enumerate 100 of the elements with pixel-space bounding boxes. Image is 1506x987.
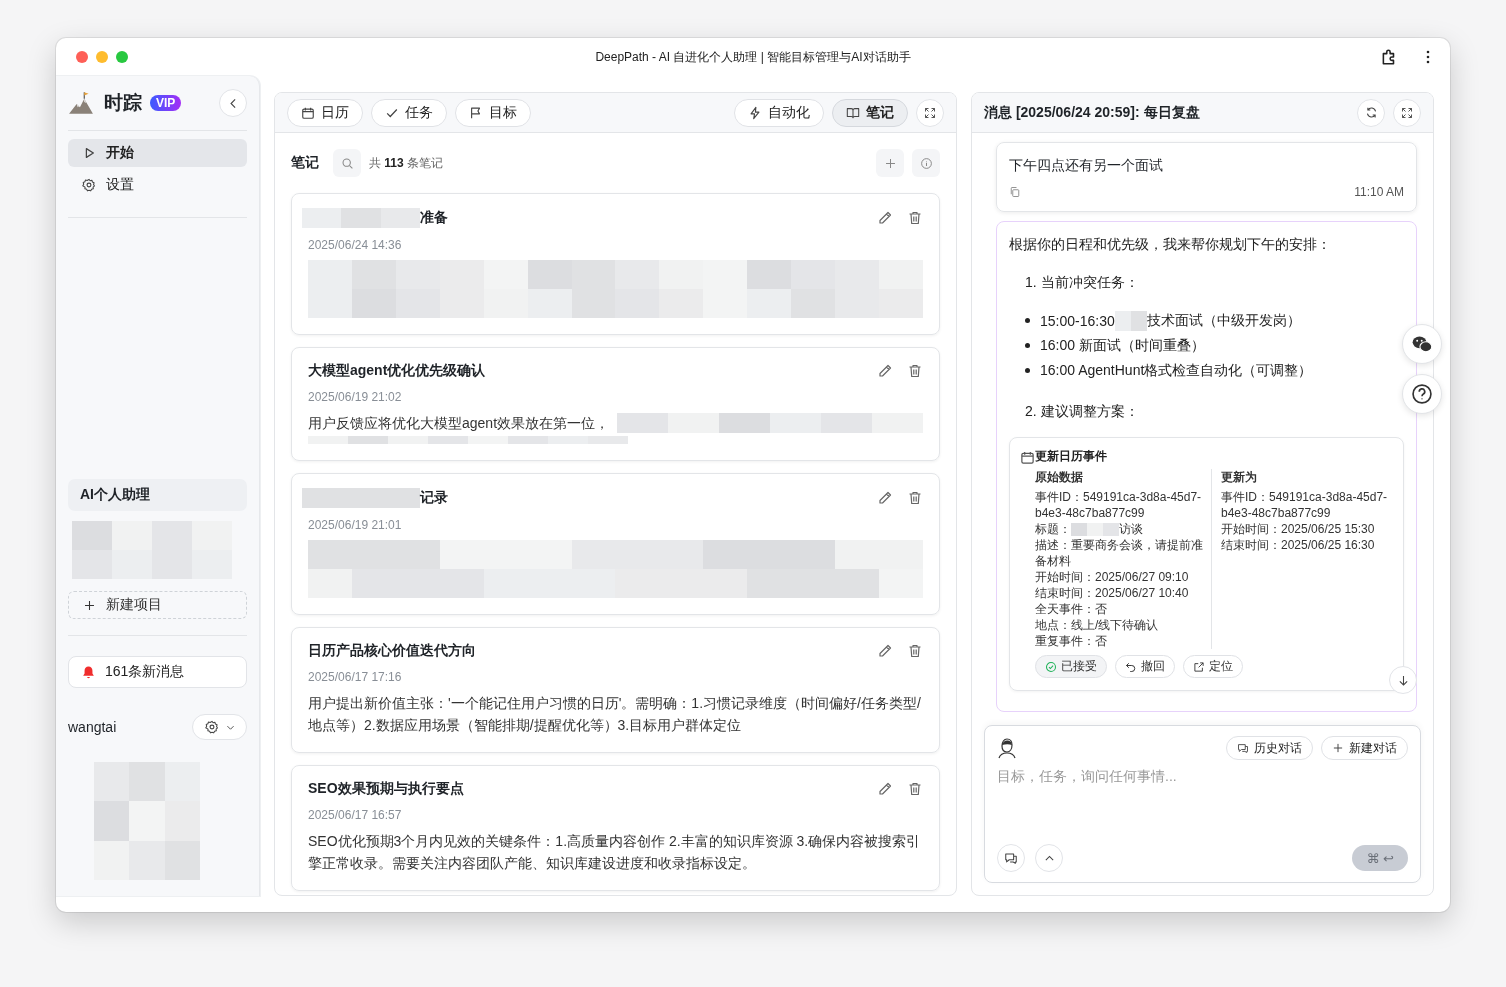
event-field: 事件ID：549191ca-3d8a-45d7-b4e3-48c7ba877c99 [1035,489,1203,521]
delete-button[interactable] [907,781,923,797]
note-card[interactable]: 记录 2025/06/19 21:01 [291,473,940,615]
note-title: SEO效果预期与执行要点 [308,780,464,798]
edit-button[interactable] [877,781,893,797]
bullet [1025,368,1030,373]
action-button[interactable]: 定位 [1183,655,1243,678]
trash-icon [907,643,923,659]
pencil-icon [877,210,893,226]
tab[interactable]: 任务 [371,98,447,127]
fullscreen-button[interactable] [916,98,944,127]
tab[interactable]: 笔记 [832,98,908,127]
search-button[interactable] [333,149,361,177]
note-card[interactable]: 日历产品核心价值迭代方向 2025/06/17 17:16 用户提出新价值主张：'一个能记住用户习惯的日历'。需明确：1.习惯记录维度（时间偏好/任务类型/地点等）2.数据应用场景（智能排期/提醒优化等）3.目标用户群体定位 [291,627,940,753]
project-group-header[interactable]: AI个人助理 [68,479,247,511]
close-button[interactable] [76,51,88,63]
accepted-status[interactable]: 已接受 [1035,655,1107,678]
message-text: 根据你的日程和优先级，我来帮你规划下午的安排： [1009,236,1332,254]
help-button[interactable] [1402,374,1442,414]
chat-mode-button[interactable] [997,844,1025,872]
undo-icon [1125,660,1137,673]
fullscreen-button[interactable] [1393,98,1421,127]
event-field: 全天事件：否 [1035,601,1203,617]
note-date: 2025/06/17 16:57 [308,808,403,822]
bullet [1025,318,1030,323]
settings-icon [82,178,96,192]
fullscreen-icon [1401,106,1413,119]
history-button[interactable]: 历史对话 [1226,736,1313,760]
user-name: wangtai [68,719,117,735]
trash-icon [907,210,923,226]
refresh-button[interactable] [1357,98,1385,127]
nav-item[interactable]: 设置 [68,171,247,199]
message-time: 11:10 AM [1354,185,1404,199]
chat-icon [1237,742,1249,754]
fullscreen-icon [924,106,936,119]
bullet-text: 16:00 AgentHunt格式检查自动化（可调整） [1040,361,1313,380]
notes-heading: 笔记 [291,154,319,172]
pencil-icon [877,643,893,659]
info-button[interactable] [912,149,940,177]
pencil-icon [877,363,893,379]
bullet-time: 15:00-16:30 [1040,312,1115,329]
note-date: 2025/06/19 21:02 [308,390,403,404]
event-field: 地点：线上/线下待确认 [1035,617,1203,633]
plus-icon [83,598,96,612]
event-field: 结束时间：2025/06/25 16:30 [1221,537,1391,553]
note-title: 大模型agent优化优先级确认 [308,362,486,380]
event-card-title: 更新日历事件 [1035,448,1108,465]
note-card[interactable]: 准备 2025/06/24 14:36 [291,193,940,335]
zoom-button[interactable] [116,51,128,63]
avatar-icon [997,737,1017,759]
section-heading: 2. 建议调整方案： [1025,403,1140,421]
note-card[interactable]: SEO效果预期与执行要点 2025/06/17 16:57 SEO优化预期3个月内见效的关键条件：1.高质量内容创作 2.丰富的知识库资源 3.确保内容被搜索引擎正常收录。需要关注内容团队产能、知识库建设进度和收录指标设定。 [291,765,940,891]
tab[interactable]: 目标 [455,98,531,127]
column-heading: 更新为 [1221,469,1258,485]
edit-button[interactable] [877,363,893,379]
settings-icon [205,720,219,734]
check-circle-icon [1045,660,1057,673]
wechat-button[interactable] [1402,324,1442,364]
bell-icon [81,664,96,680]
nav-item[interactable]: 开始 [68,139,247,167]
trash-icon [907,781,923,797]
note-card[interactable]: 大模型agent优化优先级确认 2025/06/19 21:02 用户反馈应将优化大模型agent效果放在第一位， [291,347,940,461]
help-icon [1411,383,1433,405]
note-title: 准备 [420,209,448,227]
delete-button[interactable] [907,210,923,226]
new-chat-button[interactable]: 新建对话 [1321,736,1408,760]
notifications-button[interactable]: 161条新消息 [68,656,247,688]
event-field: 结束时间：2025/06/27 10:40 [1035,585,1203,601]
lightning-icon [748,105,762,120]
pencil-icon [877,490,893,506]
event-field: 开始时间：2025/06/25 15:30 [1221,521,1391,537]
chat-title: 消息 [2025/06/24 20:59]: 每日复盘 [984,103,1200,122]
column-heading: 原始数据 [1035,469,1084,485]
info-icon [919,156,933,170]
copy-button[interactable] [1009,186,1021,198]
tab[interactable]: 自动化 [734,98,824,127]
trash-icon [907,490,923,506]
new-project-button[interactable]: 新建项目 [68,591,247,619]
note-body: 用户反馈应将优化大模型agent效果放在第一位， [308,414,610,433]
user-settings-button[interactable] [192,714,247,740]
flag-icon [469,105,483,120]
delete-button[interactable] [907,363,923,379]
mountain-logo [68,91,94,115]
delete-button[interactable] [907,490,923,506]
event-field: 事件ID：549191ca-3d8a-45d7-b4e3-48c7ba877c99 [1221,489,1391,521]
bullet [1025,343,1030,348]
edit-button[interactable] [877,490,893,506]
edit-button[interactable] [877,210,893,226]
message-composer[interactable]: 历史对话 新建对话 目标，任务，询问任何事情... ⌘ ↩ [984,725,1421,883]
note-date: 2025/06/19 21:01 [308,518,403,532]
scroll-down-button[interactable] [1389,666,1417,694]
tab[interactable]: 日历 [287,98,363,127]
book-icon [846,105,860,120]
delete-button[interactable] [907,643,923,659]
calendar-icon [301,105,315,120]
plus-icon [883,156,897,170]
edit-button[interactable] [877,643,893,659]
add-note-button[interactable] [876,149,904,177]
action-button[interactable]: 撤回 [1115,655,1175,678]
note-body: SEO优化预期3个月内见效的关键条件：1.高质量内容创作 2.丰富的知识库资源 3.确保内容被搜索引擎正常收录。需要关注内容团队产能、知识库建设进度和收录指标设定。 [308,832,922,873]
